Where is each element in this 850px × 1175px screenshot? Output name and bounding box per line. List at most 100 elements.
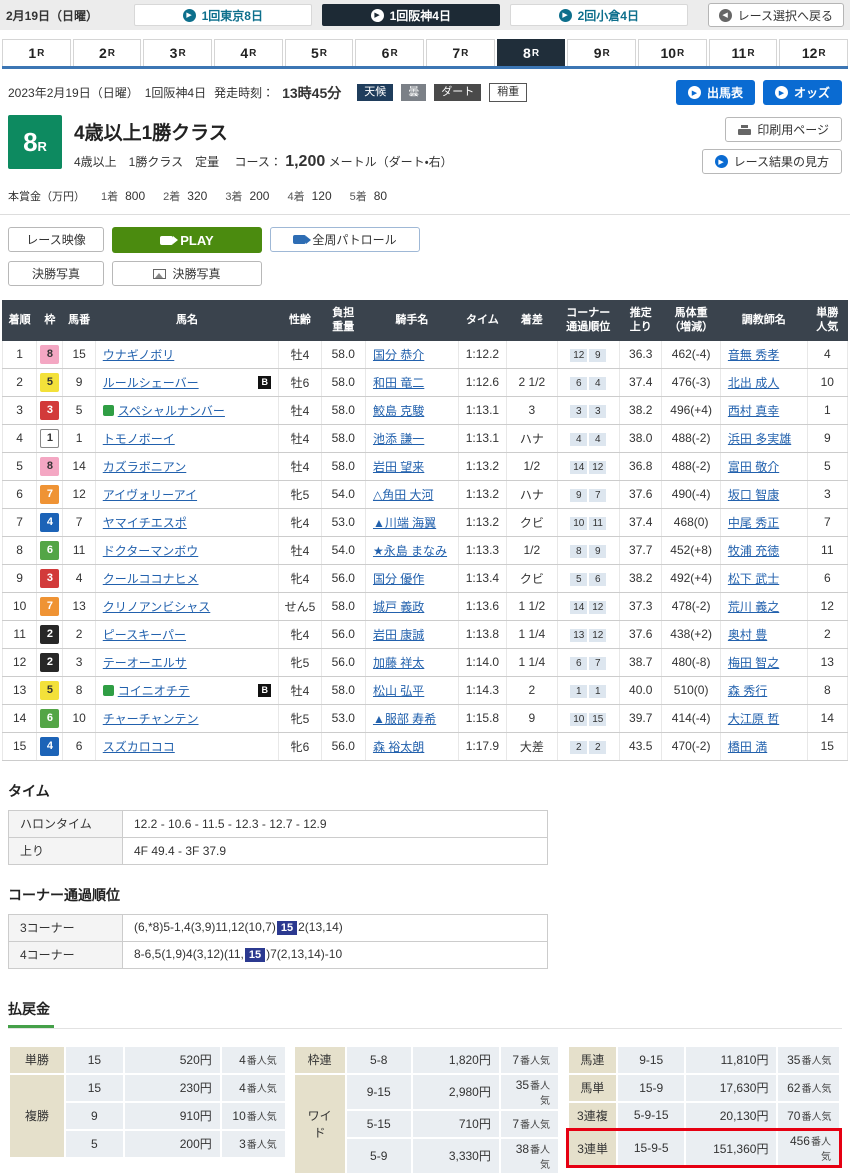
horse-name-link[interactable]: クールココナヒメ [103, 570, 199, 587]
trainer-link[interactable]: 坂口 智康 [728, 488, 779, 502]
payout-amount: 151,360円 [685, 1130, 777, 1167]
jockey-link[interactable]: 森 裕太朗 [373, 740, 424, 754]
horse-name-link[interactable]: スペシャルナンバー [118, 402, 225, 419]
horse-name-link[interactable]: クリノアンビシャス [103, 598, 211, 615]
jockey-link[interactable]: 和田 竜二 [373, 376, 424, 390]
finish-photo-button[interactable]: 決勝写真 [112, 261, 262, 286]
finish-photo-button-label: 決勝写真 [172, 265, 220, 282]
trainer-link[interactable]: 荒川 義之 [728, 600, 779, 614]
course-detail: メートル（ダート・右） [329, 155, 453, 169]
meeting-tab[interactable]: ▶ 1回阪神4日 [322, 4, 500, 26]
race-tab[interactable]: 2 R [73, 39, 142, 66]
trainer-link[interactable]: 梅田 智之 [728, 656, 779, 670]
trainer-link[interactable]: 奥村 豊 [728, 628, 767, 642]
race-tab[interactable]: 11 R [709, 39, 778, 66]
horse-name-link[interactable]: アイヴォリーアイ [103, 486, 197, 503]
trainer-cell: 富田 敬介 [720, 452, 807, 480]
trainer-link[interactable]: 浜田 多実雄 [728, 432, 791, 446]
jockey-link[interactable]: ★永島 まなみ [373, 544, 447, 558]
col-corner-order: コーナー 通過順位 [557, 301, 620, 341]
jockey-link[interactable]: △角田 大河 [373, 488, 434, 502]
jockey-link[interactable]: 国分 優作 [373, 572, 424, 586]
corner-position-3c: 9 [570, 489, 587, 502]
media-row-video: レース映像 PLAY 全周パトロール [8, 227, 842, 253]
race-tab[interactable]: 5 R [285, 39, 354, 66]
jockey-link[interactable]: 城戸 義政 [373, 600, 424, 614]
horse-weight: 496(+4) [662, 396, 720, 424]
horse-name-link[interactable]: ドクターマンボウ [103, 542, 199, 559]
race-tab[interactable]: 1 R [2, 39, 71, 66]
meeting-tab[interactable]: ▶ 1回東京8日 [134, 4, 312, 26]
finish-photo-tab-label: 決勝写真 [32, 265, 80, 282]
play-button[interactable]: PLAY [112, 227, 262, 253]
patrol-video-button[interactable]: 全周パトロール [270, 227, 420, 252]
frame-cell: 7 [37, 480, 63, 508]
jockey-link[interactable]: 松山 弘平 [373, 684, 424, 698]
horse-name-link[interactable]: トモノボーイ [103, 430, 175, 447]
horse-name-link[interactable]: コイニオチテ [118, 682, 190, 699]
horse-name-link[interactable]: ピースキーパー [103, 626, 186, 643]
race-tab[interactable]: 3 R [143, 39, 212, 66]
jockey-cell: 鮫島 克駿 [365, 396, 458, 424]
jockey-link[interactable]: ▲川端 海翼 [373, 516, 436, 530]
race-tab[interactable]: 4 R [214, 39, 283, 66]
trainer-link[interactable]: 松下 武士 [728, 572, 779, 586]
payout-row-wakuren: 枠連 5-8 1,820円 7番人気 [294, 1046, 559, 1074]
trainer-link[interactable]: 富田 敬介 [728, 460, 779, 474]
back-arrow-icon: ◀ [719, 9, 732, 22]
current-date: 2月19日（日曜） [6, 7, 114, 24]
trainer-link[interactable]: 森 秀行 [728, 684, 767, 698]
race-tab-suffix: R [249, 48, 256, 59]
finish-photo-tab[interactable]: 決勝写真 [8, 261, 104, 286]
horse-name-link[interactable]: テーオーエルサ [103, 654, 187, 671]
trainer-link[interactable]: 北出 成人 [728, 376, 779, 390]
odds-button[interactable]: ▶ オッズ [763, 80, 842, 105]
meeting-tab[interactable]: ▶ 2回小倉4日 [510, 4, 688, 26]
jockey-link[interactable]: ▲服部 寿希 [373, 712, 436, 726]
race-tab[interactable]: 6 R [355, 39, 424, 66]
col-horse-weight: 馬体重 （増減） [662, 301, 720, 341]
race-tab[interactable]: 10 R [638, 39, 707, 66]
horse-name-link[interactable]: スズカロココ [103, 738, 175, 755]
race-tab[interactable]: 7 R [426, 39, 495, 66]
green-mark-icon [103, 405, 114, 416]
jockey-link[interactable]: 岩田 康誠 [373, 628, 424, 642]
payout-amount: 710円 [412, 1110, 500, 1138]
horse-name-link[interactable]: ルールシェーバー [103, 374, 199, 391]
trainer-link[interactable]: 大江原 哲 [728, 712, 779, 726]
sex-age: 牡4 [279, 536, 321, 564]
horse-name-link[interactable]: カズラボニアン [103, 458, 187, 475]
corner-position-4c: 9 [589, 349, 606, 362]
entry-table-button[interactable]: ▶ 出馬表 [676, 80, 755, 105]
horse-name-link[interactable]: ヤマイチエスポ [103, 514, 187, 531]
trainer-link[interactable]: 中尾 秀正 [728, 516, 779, 530]
race-tab[interactable]: 8 R [497, 39, 566, 66]
start-time-label: 発走時刻： [214, 84, 274, 101]
horse-name-link[interactable]: ウナギノボリ [103, 346, 175, 363]
prize-item: 3着 200 [225, 188, 269, 204]
result-guide-button[interactable]: ▶ レース結果の見方 [702, 149, 842, 174]
corner-position-4c: 7 [589, 489, 606, 502]
kv-row: 上り 4F 49.4 - 3F 37.9 [9, 837, 548, 864]
jockey-link[interactable]: 岩田 望来 [373, 460, 424, 474]
race-tab[interactable]: 9 R [567, 39, 636, 66]
video-camera-icon [293, 235, 306, 244]
race-video-button[interactable]: レース映像 [8, 227, 104, 252]
last-3f: 38.7 [620, 648, 662, 676]
trainer-link[interactable]: 音無 秀孝 [728, 348, 779, 362]
jockey-link[interactable]: 国分 恭介 [373, 348, 424, 362]
trainer-link[interactable]: 西村 真幸 [728, 404, 779, 418]
jockey-link[interactable]: 加藤 祥太 [373, 656, 424, 670]
finish-time: 1:17.9 [458, 732, 506, 760]
trainer-link[interactable]: 牧浦 充徳 [728, 544, 779, 558]
jockey-link[interactable]: 池添 謙一 [373, 432, 424, 446]
weather-label-badge: 天候 [357, 84, 393, 102]
race-tab-number: 3 [170, 45, 178, 61]
results-table: 着順 枠 馬番 馬名 性齢 負担 重量 騎手名 タイム 着差 コーナー 通過順位… [2, 300, 848, 761]
trainer-link[interactable]: 橋田 満 [728, 740, 767, 754]
horse-name-link[interactable]: チャーチャンテン [103, 710, 199, 727]
back-to-race-select-button[interactable]: ◀ レース選択へ戻る [708, 3, 844, 27]
jockey-link[interactable]: 鮫島 克駿 [373, 404, 424, 418]
print-page-button[interactable]: 印刷用ページ [725, 117, 842, 142]
race-tab[interactable]: 12 R [779, 39, 848, 66]
